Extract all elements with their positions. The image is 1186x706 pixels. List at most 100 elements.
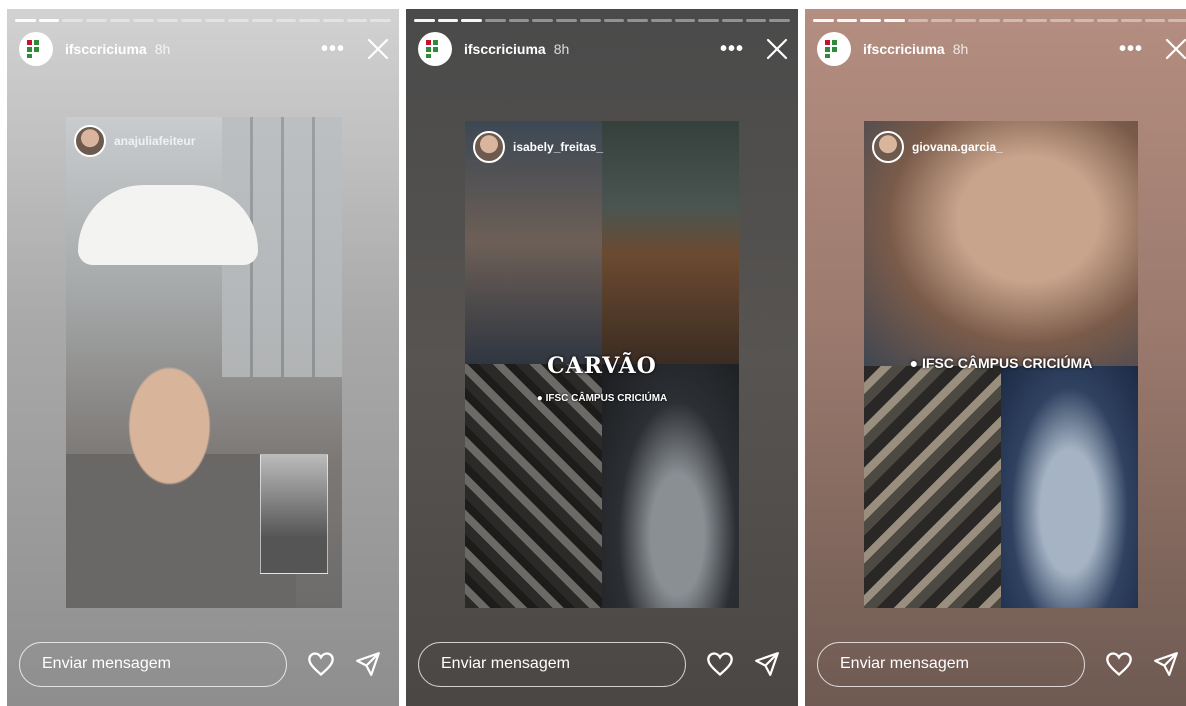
message-input[interactable]: Enviar mensagem <box>817 641 1085 687</box>
heart-icon[interactable] <box>1105 650 1133 678</box>
tagged-username[interactable]: anajuliafeiteur <box>114 134 195 148</box>
user-tag[interactable]: giovana.garcia_ <box>872 131 1003 163</box>
hard-hat <box>78 185 258 265</box>
tagged-user-avatar <box>872 131 904 163</box>
story-panel-2[interactable]: ifsccriciuma 8h ••• isabely_freitas_ CAR… <box>406 9 798 706</box>
progress-segment <box>769 19 790 22</box>
ifsc-logo-avatar[interactable] <box>19 32 53 66</box>
story-header: ifsccriciuma 8h ••• <box>817 31 1186 67</box>
progress-segment <box>508 19 530 22</box>
location-label: IFSC CÂMPUS CRICIÚMA <box>545 393 668 404</box>
story-footer: Enviar mensagem <box>817 640 1185 688</box>
progress-bar <box>15 19 391 22</box>
location-pin-icon: ● <box>536 393 546 404</box>
user-tag[interactable]: isabely_freitas_ <box>473 131 603 163</box>
progress-segment <box>627 19 648 22</box>
progress-segment <box>62 19 84 22</box>
story-header: ifsccriciuma 8h ••• <box>418 31 788 67</box>
progress-segment <box>370 19 391 22</box>
progress-segment <box>1168 19 1186 22</box>
collage-poster-board <box>864 366 1001 608</box>
username[interactable]: ifsccriciuma <box>65 41 147 57</box>
collage-exhibit-wall <box>602 121 739 364</box>
progress-segment <box>698 19 719 22</box>
ifsc-logo-avatar[interactable] <box>418 32 452 66</box>
progress-segment <box>1026 19 1047 22</box>
location-sticker[interactable]: ● IFSC CÂMPUS CRICIÚMA <box>465 393 739 404</box>
progress-segment <box>955 19 976 22</box>
selfie-sticker <box>260 454 328 574</box>
tagged-user-avatar <box>473 131 505 163</box>
progress-segment <box>1073 19 1095 22</box>
post-time: 8h <box>553 41 570 57</box>
story-photo: anajuliafeiteur <box>66 117 342 608</box>
progress-segment <box>485 19 506 22</box>
progress-segment <box>556 19 577 22</box>
location-pin-icon: ● <box>909 355 922 371</box>
collage-mine-model <box>1001 366 1138 608</box>
progress-segment <box>414 19 435 22</box>
story-footer: Enviar mensagem <box>418 640 786 688</box>
story-header: ifsccriciuma 8h ••• <box>19 31 389 67</box>
progress-segment <box>860 19 882 22</box>
carvao-sticker: CARVÃO <box>547 353 657 379</box>
progress-segment <box>813 19 834 22</box>
story-panel-3[interactable]: ifsccriciuma 8h ••• giovana.garcia_ ● IF… <box>805 9 1186 706</box>
progress-segment <box>86 19 107 22</box>
ifsc-logo-avatar[interactable] <box>817 32 851 66</box>
progress-segment <box>180 19 202 22</box>
progress-segment <box>461 19 483 22</box>
story-panel-1[interactable]: ifsccriciuma 8h ••• anajuliafeiteur Envi… <box>7 9 399 706</box>
progress-segment <box>1049 19 1071 22</box>
close-icon[interactable] <box>367 38 389 60</box>
heart-icon[interactable] <box>706 650 734 678</box>
progress-segment <box>1002 19 1024 22</box>
progress-segment <box>109 19 131 22</box>
location-sticker[interactable]: ● IFSC CÂMPUS CRICIÚMA <box>864 355 1138 371</box>
close-icon[interactable] <box>766 38 788 60</box>
tagged-username[interactable]: isabely_freitas_ <box>513 140 603 154</box>
story-collage: giovana.garcia_ ● IFSC CÂMPUS CRICIÚMA <box>864 121 1138 608</box>
progress-segment <box>745 19 767 22</box>
user-tag[interactable]: anajuliafeiteur <box>74 125 195 157</box>
progress-segment <box>978 19 1000 22</box>
progress-segment <box>38 19 60 22</box>
story-footer: Enviar mensagem <box>19 640 387 688</box>
progress-segment <box>579 19 601 22</box>
story-collage: isabely_freitas_ CARVÃO ● IFSC CÂMPUS CR… <box>465 121 739 608</box>
progress-segment <box>228 19 249 22</box>
send-icon[interactable] <box>355 651 381 677</box>
progress-segment <box>204 19 226 22</box>
tagged-username[interactable]: giovana.garcia_ <box>912 140 1003 154</box>
progress-segment <box>650 19 672 22</box>
progress-segment <box>275 19 297 22</box>
progress-segment <box>603 19 625 22</box>
progress-segment <box>1097 19 1118 22</box>
progress-segment <box>15 19 36 22</box>
progress-segment <box>907 19 929 22</box>
heart-icon[interactable] <box>307 650 335 678</box>
username[interactable]: ifsccriciuma <box>464 41 546 57</box>
message-input[interactable]: Enviar mensagem <box>418 641 686 687</box>
location-label: IFSC CÂMPUS CRICIÚMA <box>922 355 1093 371</box>
progress-bar <box>813 19 1186 22</box>
post-time: 8h <box>154 41 171 57</box>
progress-segment <box>251 19 273 22</box>
progress-segment <box>836 19 858 22</box>
progress-bar <box>414 19 790 22</box>
progress-segment <box>1120 19 1142 22</box>
progress-segment <box>721 19 743 22</box>
progress-segment <box>299 19 320 22</box>
message-input[interactable]: Enviar mensagem <box>19 641 287 687</box>
post-time: 8h <box>952 41 969 57</box>
more-icon[interactable]: ••• <box>321 39 345 59</box>
send-icon[interactable] <box>754 651 780 677</box>
more-icon[interactable]: ••• <box>1119 39 1143 59</box>
close-icon[interactable] <box>1165 38 1186 60</box>
progress-segment <box>346 19 368 22</box>
send-icon[interactable] <box>1153 651 1179 677</box>
more-icon[interactable]: ••• <box>720 39 744 59</box>
username[interactable]: ifsccriciuma <box>863 41 945 57</box>
progress-segment <box>931 19 953 22</box>
progress-segment <box>322 19 344 22</box>
